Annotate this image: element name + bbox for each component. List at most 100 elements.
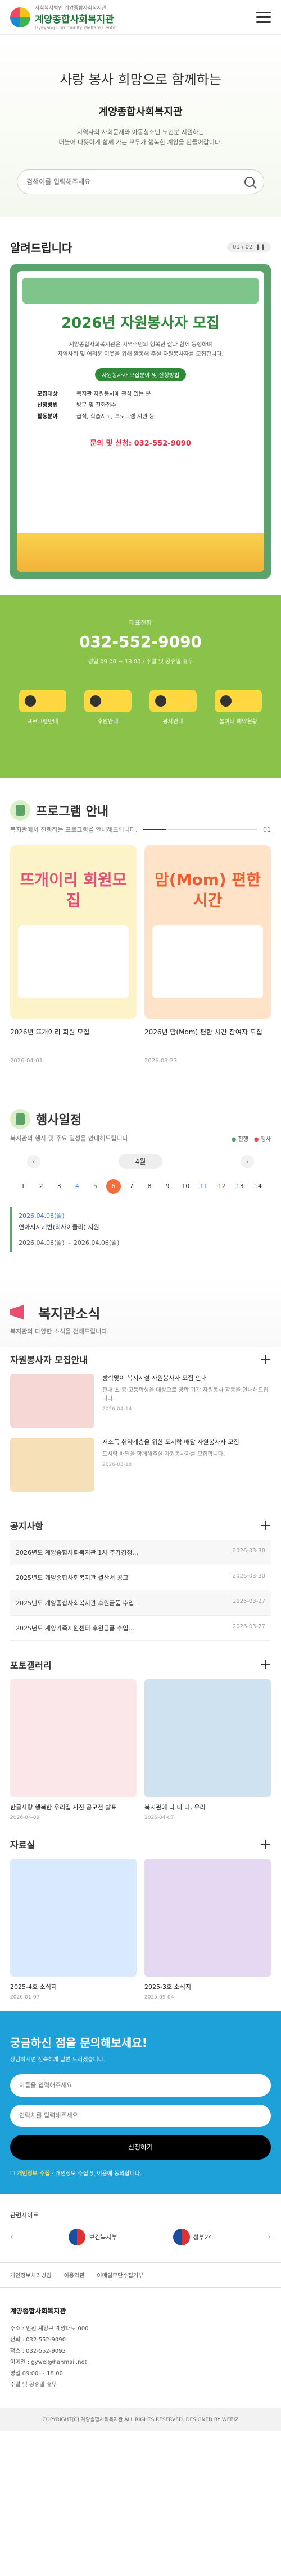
hero-desc-1: 지역사회 사회문제와 아동청소년 노인분 지원하는	[76, 129, 205, 136]
phone-field[interactable]	[10, 2104, 271, 2127]
search-input[interactable]	[26, 178, 244, 186]
legend-ongoing: 진행	[232, 1134, 248, 1143]
section-divider	[0, 744, 281, 778]
day[interactable]: 2	[34, 1179, 48, 1194]
related-sites: 관련사이트 ‹ 보건복지부 정부24 ›	[0, 2194, 281, 2262]
event-title: 연아지지기반(리사이클리) 지원	[19, 1223, 99, 1231]
program-pager: 01	[263, 826, 271, 833]
day[interactable]: 5	[88, 1179, 103, 1194]
program-thumb: 맘(Mom) 편한 시간	[144, 845, 271, 1020]
contact-tel[interactable]: 032-552-9090	[10, 632, 271, 651]
volunteer-icon	[149, 690, 197, 713]
day[interactable]: 12	[215, 1179, 229, 1194]
footer-link[interactable]: 이용약관	[64, 2271, 85, 2279]
poster-desc-2: 지역사회 및 어려운 이웃을 위해 활동해 주실 자원봉사자를 모집합니다.	[57, 351, 224, 358]
gallery-item[interactable]: 한글사랑 행복한 우리집 사진 공모전 발표 2026-04-09	[10, 1679, 137, 1821]
day[interactable]: 3	[52, 1179, 66, 1194]
quick-program[interactable]: 프로그램안내	[19, 690, 66, 725]
logo-subtitle: 사회복지법인 계양종합사회복지관	[35, 6, 107, 11]
site-logo[interactable]: 사회복지법인 계양종합사회복지관 계양종합사회복지관 Gyeyang Commu…	[10, 4, 117, 30]
resources-board: 자료실 2025-4호 소식지 2026-01-07 2025-3호 소식지 202…	[0, 1832, 281, 2011]
day[interactable]: 8	[142, 1179, 157, 1194]
poster-badge: 자원봉사자 모집분야 및 신청방법	[94, 368, 187, 382]
quick-donation[interactable]: 후원안내	[84, 690, 132, 725]
quick-volunteer[interactable]: 봉사안내	[149, 690, 197, 725]
prev-arrow-icon[interactable]: ‹	[10, 2233, 13, 2242]
resource-thumb	[144, 1858, 271, 1977]
list-item[interactable]: 2025년도 계양종합사회복지관 후원금품 수입... 2026-03-27	[10, 1590, 271, 1616]
list-item[interactable]: 2025년도 계양가족지원센터 후원금품 수입... 2026-03-27	[10, 1616, 271, 1641]
program-card[interactable]: 맘(Mom) 편한 시간 2026년 맘(Mom) 편한 시간 참여자 모집 2…	[144, 845, 271, 1064]
footer-addr: 주소 : 인천 계양구 계양대로 000	[10, 2325, 89, 2332]
hamburger-menu-icon[interactable]	[256, 11, 271, 23]
poster-tel: 문의 및 신청: 032-552-9090	[90, 439, 191, 448]
notice-pager[interactable]: 01 / 02 ❚❚	[227, 242, 271, 253]
program-icon	[10, 800, 30, 821]
schedule-desc: 복지관의 행사 및 주요 일정을 안내해드립니다.	[10, 1135, 130, 1143]
day[interactable]: 13	[233, 1179, 247, 1194]
day-selected[interactable]: 6	[106, 1179, 121, 1194]
inquiry-title: 궁금하신 점을 문의해보세요!	[10, 2036, 147, 2050]
event-date: 2026.04.06(월)	[19, 1212, 65, 1220]
footer-email: 이메일 : gywel@hanmail.net	[10, 2359, 87, 2366]
quick-reservation[interactable]: 놀이터 예약현황	[215, 690, 262, 725]
volunteer-board: 자원봉사자 모집안내 방학맞이 복지시설 자원봉사자 모집 안내 관내 초·중·고…	[0, 1347, 281, 1513]
list-item[interactable]: 2026년도 계양종합사회복지관 1차 추가경정... 2026-03-30	[10, 1539, 271, 1565]
day[interactable]: 9	[160, 1179, 175, 1194]
notice-section: 알려드립니다 01 / 02 ❚❚ 2026년 자원봉사자 모집 계양종합사회복지…	[0, 217, 281, 595]
program-card[interactable]: 뜨개이리 회원모집 2026년 뜨개이리 회원 모집 2026-04-01	[10, 845, 137, 1064]
list-item[interactable]: 저소득 취약계층을 위한 도시락 배달 자원봉사자 모집 도시락 배달을 함께해주…	[10, 1437, 271, 1492]
emblem-icon	[69, 2228, 86, 2245]
day[interactable]: 1	[16, 1179, 30, 1194]
day[interactable]: 10	[178, 1179, 193, 1194]
day[interactable]: 11	[196, 1179, 211, 1194]
legend-event: 행사	[254, 1134, 271, 1143]
emblem-icon	[173, 2228, 190, 2245]
name-field[interactable]	[10, 2074, 271, 2097]
resource-item[interactable]: 2025-4호 소식지 2026-01-07	[10, 1858, 137, 2000]
notice-board-title: 공지사항	[10, 1520, 43, 1532]
volunteer-poster[interactable]: 2026년 자원봉사자 모집 계양종합사회복지관은 지역주민의 행복한 삶과 함…	[10, 264, 271, 579]
program-date: 2026-03-23	[144, 1058, 178, 1065]
list-item[interactable]: 방학맞이 복지시설 자원봉사자 모집 안내 관내 초·중·고등학생을 대상으로 방…	[10, 1373, 271, 1428]
privacy-agree[interactable]: ☐ 개인정보 수집 · 개인정보 수집 및 이용에 동의합니다.	[10, 2169, 271, 2177]
bulb-icon	[19, 690, 66, 713]
prev-month-icon[interactable]: ‹	[27, 1154, 40, 1168]
plus-icon[interactable]	[260, 1354, 271, 1365]
plus-icon[interactable]	[260, 1520, 271, 1531]
poster-row: 활동분야 급식, 학습지도, 프로그램 지원 등	[37, 414, 155, 420]
gallery-item[interactable]: 복지관에 다 나 나, 우리 2026-04-07	[144, 1679, 271, 1821]
pause-icon[interactable]: ❚❚	[256, 244, 265, 250]
calendar-icon	[215, 690, 262, 713]
submit-button[interactable]: 신청하기	[10, 2134, 271, 2160]
hero-slogan: 사랑 봉사 희망으로 함께하는	[60, 72, 221, 88]
next-month-icon[interactable]: ›	[241, 1154, 254, 1168]
search-icon[interactable]	[244, 177, 255, 187]
resources-title: 자료실	[10, 1839, 35, 1850]
related-link[interactable]: 보건복지부	[69, 2228, 117, 2245]
plus-icon[interactable]	[260, 1659, 271, 1670]
day[interactable]: 14	[251, 1179, 265, 1194]
poster-title: 2026년 자원봉사자 모집	[61, 315, 220, 332]
schedule-title: 행사일정	[36, 1113, 81, 1128]
day[interactable]: 7	[124, 1179, 139, 1194]
resource-item[interactable]: 2025-3호 소식지 2025-09-04	[144, 1858, 271, 2000]
program-caption: 2026년 뜨개이리 회원 모집	[10, 1028, 90, 1037]
footer-link[interactable]: 이메일무단수집거부	[97, 2271, 143, 2279]
footer-link[interactable]: 개인정보처리방침	[10, 2271, 52, 2279]
program-caption: 2026년 맘(Mom) 편한 시간 참여자 모집	[144, 1028, 262, 1037]
privacy-agree-strong: 개인정보 수집	[17, 2170, 50, 2177]
quick-menu: 프로그램안내 후원안내 봉사안내 놀이터 예약현황	[10, 690, 271, 725]
poster-illustration	[17, 533, 264, 572]
day[interactable]: 4	[70, 1179, 84, 1194]
next-arrow-icon[interactable]: ›	[268, 2233, 271, 2242]
list-item[interactable]: 2025년도 계양종합사회복지관 결산서 공고 2026-03-30	[10, 1565, 271, 1590]
event-item[interactable]: 2026.04.06(월) 연아지지기반(리사이클리) 지원 2026.04.0…	[10, 1207, 271, 1252]
resource-thumb	[10, 1858, 137, 1977]
related-link[interactable]: 정부24	[173, 2228, 212, 2245]
news-desc: 복지관의 다양한 소식을 전해드립니다.	[10, 1327, 109, 1335]
volunteer-board-title: 자원봉사자 모집안내	[10, 1354, 88, 1365]
poster-garland	[22, 278, 259, 304]
footer-hours: 평일 09:00 ~ 18:00	[10, 2370, 63, 2377]
plus-icon[interactable]	[260, 1839, 271, 1850]
